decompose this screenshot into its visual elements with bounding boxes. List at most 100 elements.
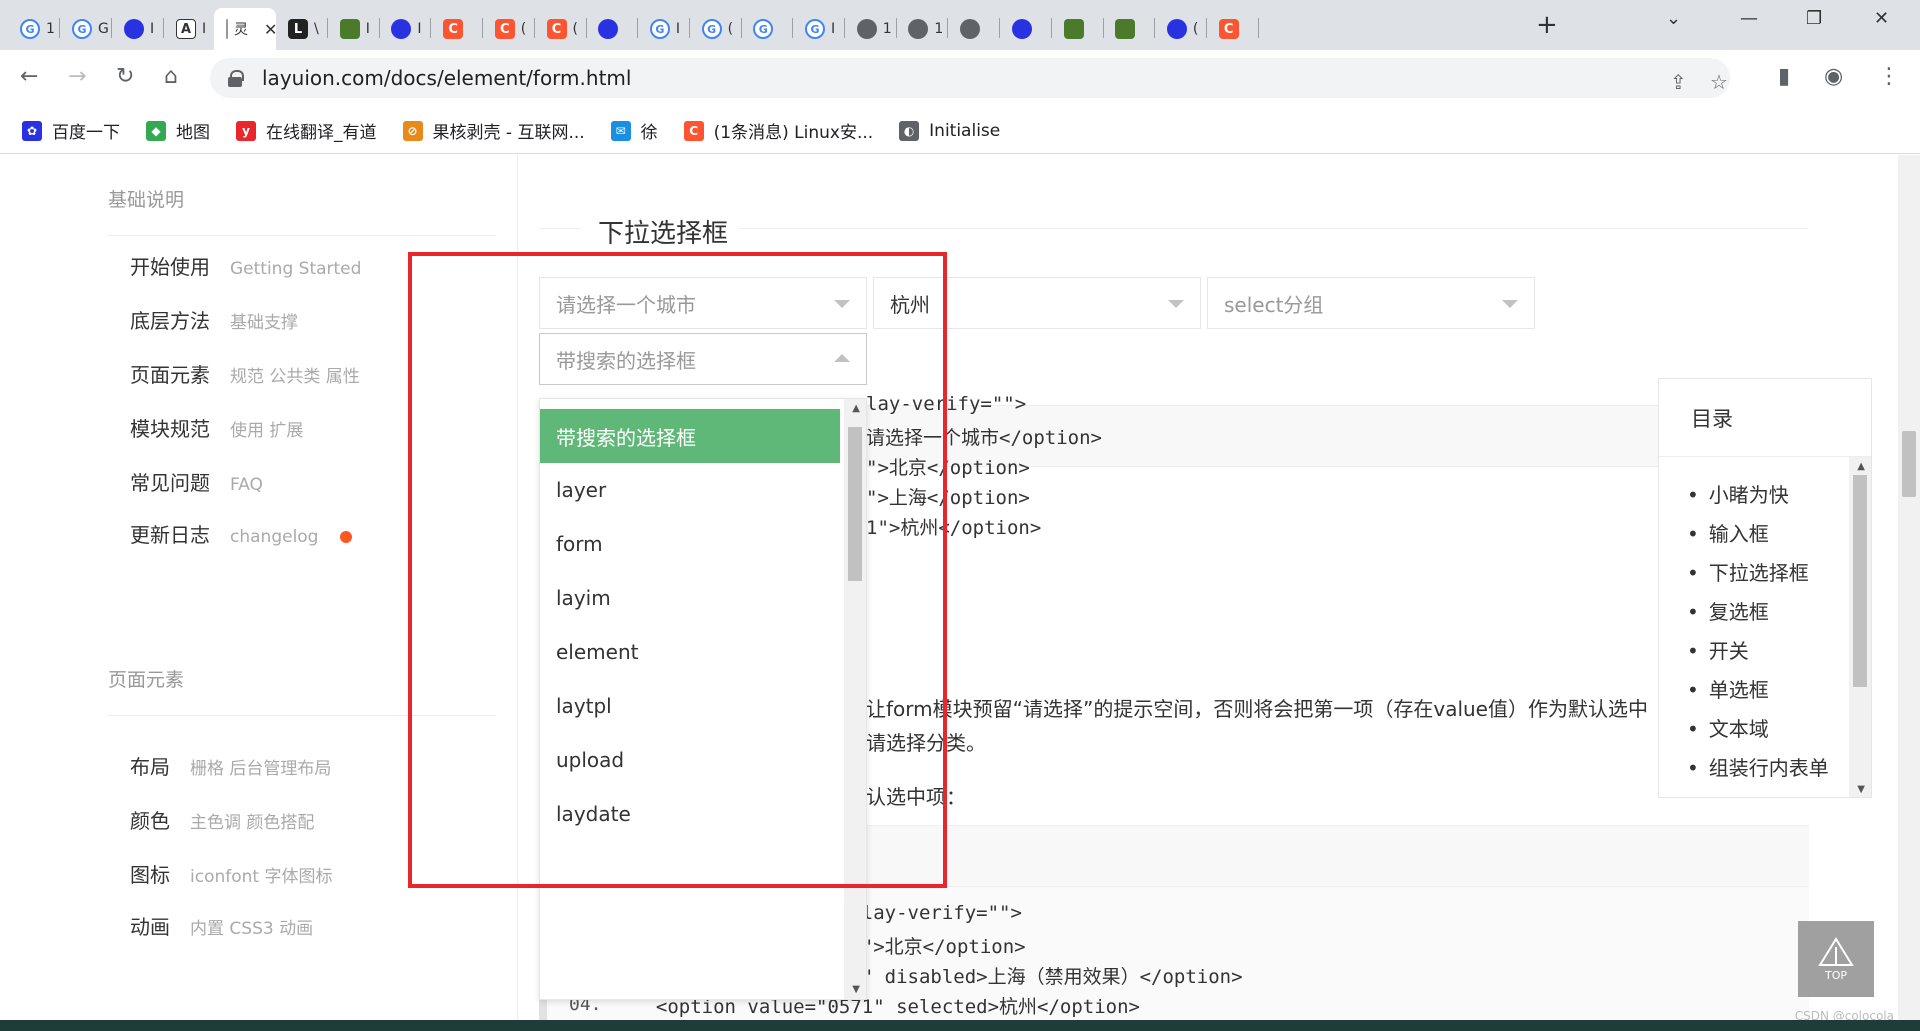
- nav-group-elements: 页面元素: [108, 669, 185, 691]
- select-group-placeholder: select分组: [1224, 292, 1324, 317]
- address-bar[interactable]: layuion.com/docs/element/form.html ⇪ ☆: [210, 58, 1730, 98]
- browser-tab[interactable]: [1000, 8, 1052, 50]
- bookmark-item[interactable]: ⊘ 果核剥壳 - 互联网...: [402, 118, 585, 143]
- profile-avatar-icon[interactable]: ◉: [1824, 64, 1843, 89]
- nav-item[interactable]: 颜色 主色调 颜色搭配: [130, 805, 314, 834]
- tab-search-icon[interactable]: ⌄: [1666, 8, 1681, 29]
- side-panel-icon[interactable]: ▮: [1778, 64, 1790, 89]
- browser-tab[interactable]: [586, 8, 639, 50]
- page-scrollbar[interactable]: [1898, 155, 1920, 1031]
- nav-item[interactable]: 动画 内置 CSS3 动画: [130, 911, 313, 940]
- new-tab-button[interactable]: +: [1536, 10, 1558, 40]
- toc-item[interactable]: 小睹为快: [1687, 479, 1789, 508]
- caret-down-icon: [1168, 300, 1184, 308]
- browser-tab[interactable]: C(: [535, 8, 587, 50]
- restore-icon[interactable]: ❐: [1806, 8, 1822, 29]
- browser-tab[interactable]: I: [112, 8, 164, 50]
- back-icon[interactable]: ←: [20, 64, 38, 89]
- bookmarks-bar: ✿ 百度一下 ◆ 地图 y 在线翻译_有道 ⊘ 果核剥壳 - 互联网... ✉ 徐 C (1条消息) …: [0, 108, 1920, 154]
- browser-tab[interactable]: I: [379, 8, 432, 50]
- new-dot-icon: [340, 531, 353, 543]
- browser-tab[interactable]: GG: [60, 8, 112, 50]
- toc-item[interactable]: 单选框: [1687, 674, 1769, 703]
- browser-tab[interactable]: 1: [845, 8, 897, 50]
- nav-item[interactable]: 更新日志 changelog: [130, 519, 353, 548]
- nav-item-title: 开始使用: [130, 255, 210, 279]
- bookmark-item[interactable]: ✿ 百度一下: [22, 118, 120, 143]
- toc-item[interactable]: 输入框: [1687, 518, 1769, 547]
- fieldset-line: [720, 228, 1808, 229]
- browser-tab[interactable]: 灵 ✕: [214, 8, 277, 50]
- bookmark-item[interactable]: ✉ 徐: [610, 118, 658, 143]
- browser-tab[interactable]: I: [328, 8, 380, 50]
- toc-item[interactable]: 复选框: [1687, 596, 1769, 625]
- nav-item-subtitle: 栅格 后台管理布局: [190, 759, 332, 779]
- layui-icon: L: [288, 19, 308, 39]
- nav-item-subtitle: changelog: [230, 527, 319, 547]
- bookmark-item[interactable]: ◆ 地图: [146, 118, 210, 143]
- browser-tab[interactable]: [1052, 8, 1104, 50]
- browser-tab[interactable]: L \: [276, 8, 328, 50]
- browser-tab[interactable]: GI: [793, 8, 845, 50]
- browser-tab[interactable]: G(: [690, 8, 742, 50]
- bookmark-item[interactable]: ◐ Initialise: [899, 120, 1000, 141]
- google-icon: G: [701, 19, 722, 39]
- browser-toolbar: ← → ↻ ⌂ layuion.com/docs/element/form.ht…: [0, 50, 1920, 108]
- menu-icon[interactable]: ⋮: [1878, 64, 1900, 89]
- browser-tab[interactable]: C(: [483, 8, 535, 50]
- globe-icon: ◐: [899, 120, 920, 141]
- nav-item[interactable]: 模块规范 使用 扩展: [130, 413, 303, 442]
- browser-tab[interactable]: 1: [896, 8, 949, 50]
- reload-icon[interactable]: ↻: [116, 64, 134, 89]
- browser-tab[interactable]: C: [1207, 8, 1259, 50]
- nav-item[interactable]: 布局 栅格 后台管理布局: [130, 751, 331, 780]
- browser-tab[interactable]: GI: [638, 8, 690, 50]
- forward-icon[interactable]: →: [68, 64, 86, 89]
- nav-item-title: 图标: [130, 863, 170, 887]
- nav-item[interactable]: 开始使用 Getting Started: [130, 251, 361, 280]
- bookmark-item[interactable]: C (1条消息) Linux安...: [683, 118, 874, 143]
- nav-item-title: 页面元素: [130, 363, 210, 387]
- toc-scroll-thumb[interactable]: [1853, 475, 1867, 687]
- minimize-icon[interactable]: —: [1740, 8, 1758, 29]
- nav-item[interactable]: 常见问题 FAQ: [130, 467, 263, 496]
- toc-item[interactable]: 下拉选择框: [1687, 557, 1809, 586]
- toc-item[interactable]: 文本域: [1687, 713, 1769, 742]
- url-text[interactable]: layuion.com/docs/element/form.html: [262, 66, 631, 90]
- nav-item-subtitle: 主色调 颜色搭配: [190, 813, 315, 833]
- home-icon[interactable]: ⌂: [164, 64, 178, 89]
- csdn-icon: C: [683, 120, 704, 141]
- nav-item[interactable]: 底层方法 基础支撑: [130, 305, 298, 334]
- browser-tab[interactable]: [1103, 8, 1156, 50]
- select-group[interactable]: select分组: [1207, 277, 1535, 329]
- browser-tab[interactable]: AI: [164, 8, 216, 50]
- baidu-icon: [391, 19, 412, 39]
- nav-item[interactable]: 页面元素 规范 公共类 属性: [130, 359, 360, 388]
- tab-title: I: [202, 21, 207, 37]
- tab-title: G: [98, 21, 109, 37]
- baidu-icon: [1011, 19, 1032, 39]
- tab-title: (: [1192, 21, 1199, 37]
- browser-tab[interactable]: G1: [8, 8, 60, 50]
- toc-scrollbar[interactable]: ▲ ▼: [1849, 457, 1871, 797]
- bookmark-item[interactable]: y 在线翻译_有道: [236, 118, 377, 143]
- close-window-icon[interactable]: ✕: [1874, 8, 1889, 29]
- toc-item[interactable]: 组装行内表单: [1687, 752, 1829, 781]
- share-icon[interactable]: ⇪: [1670, 70, 1687, 94]
- scroll-down-icon[interactable]: ▼: [1857, 784, 1865, 795]
- toc-item[interactable]: 开关: [1687, 635, 1749, 664]
- page-scroll-thumb[interactable]: [1902, 431, 1916, 497]
- taskbar-strip: [0, 1020, 1920, 1031]
- browser-tab[interactable]: G: [741, 8, 794, 50]
- scroll-up-icon[interactable]: ▲: [1857, 461, 1865, 472]
- browser-tab[interactable]: C: [431, 8, 484, 50]
- lock-icon[interactable]: [228, 70, 244, 87]
- back-to-top-button[interactable]: TOP: [1798, 921, 1874, 997]
- bookmark-label: (1条消息) Linux安...: [713, 123, 874, 143]
- nav-item-subtitle: Getting Started: [230, 259, 362, 279]
- browser-tab[interactable]: [948, 8, 1001, 50]
- scroll-down-icon[interactable]: ▼: [852, 984, 860, 995]
- nav-item[interactable]: 图标 iconfont 字体图标: [130, 859, 332, 888]
- bookmark-star-icon[interactable]: ☆: [1710, 70, 1728, 94]
- browser-tab[interactable]: (: [1155, 8, 1207, 50]
